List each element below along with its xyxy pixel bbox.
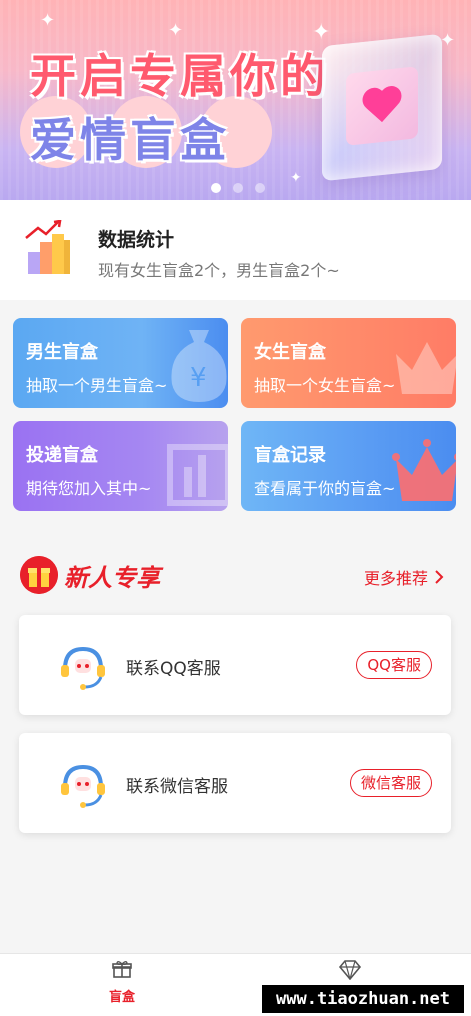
bar-chart-icon [167,444,228,506]
boy-box-title: 男生盲盒 [26,342,98,363]
money-bag-icon: ¥ [171,330,227,402]
stats-title: 数据统计 [98,229,175,251]
stats-panel: 数据统计 现有女生盲盒2个，男生盲盒2个~ [0,200,471,300]
stats-subtitle: 现有女生盲盒2个，男生盲盒2个~ [98,261,340,280]
sparkle-icon: ✦ [440,30,456,51]
sparkle-icon: ✦ [290,170,302,186]
girl-box-subtitle: 抽取一个女生盲盒~ [254,376,396,395]
svg-text:¥: ¥ [190,363,207,393]
banner-headline-line1: 开启专属你的 [30,49,330,103]
more-recommend-label: 更多推荐 [364,569,429,588]
deliver-box-title: 投递盲盒 [26,445,98,466]
qq-service-label: 联系QQ客服 [126,659,221,679]
qq-service-button[interactable]: QQ客服 [356,651,432,679]
tab-mine[interactable] [310,960,390,988]
wechat-service-label: 联系微信客服 [126,777,228,797]
record-box-card[interactable]: 盲盒记录 查看属于你的盲盒~ [241,421,456,511]
cube-inner [346,66,418,146]
tab-blind-box-label: 盲盒 [108,990,135,1005]
record-box-subtitle: 查看属于你的盲盒~ [254,479,396,498]
heart-icon [362,86,402,126]
crown-icon [396,342,456,394]
wechat-service-button[interactable]: 微信客服 [349,769,432,797]
diamond-icon [338,960,362,981]
wechat-service-row[interactable]: 联系微信客服 微信客服 [19,733,451,833]
blind-box-cube [322,33,442,182]
girl-box-card[interactable]: 女生盲盒 抽取一个女生盲盒~ [241,318,456,408]
qq-service-row[interactable]: 联系QQ客服 QQ客服 [19,615,451,715]
carousel-dots [211,183,265,193]
sparkle-icon: ✦ [40,10,56,31]
girl-box-title: 女生盲盒 [254,342,326,363]
chevron-right-icon [435,570,444,584]
carousel-dot[interactable] [211,183,221,193]
promo-banner[interactable]: ✦ ✦ ✦ ✦ ✦ ✦ 开启专属你的 爱情盲盒 [0,0,471,200]
more-recommend-link[interactable]: 更多推荐 [364,565,444,589]
headset-icon [61,764,105,808]
deliver-box-card[interactable]: 投递盲盒 期待您加入其中~ [13,421,228,511]
deliver-box-subtitle: 期待您加入其中~ [26,479,152,498]
bar-chart-icon [25,220,70,274]
boy-box-card[interactable]: ¥ 男生盲盒 抽取一个男生盲盒~ [13,318,228,408]
section-title: 新人专享 [64,564,160,592]
site-watermark: www.tiaozhuan.net [262,985,464,1013]
gift-icon [112,961,132,978]
record-box-title: 盲盒记录 [254,445,326,466]
carousel-dot[interactable] [233,183,243,193]
sparkle-icon: ✦ [168,20,184,41]
banner-headline-line2: 爱情盲盒 [30,113,230,167]
crown-icon [392,439,456,501]
tab-blind-box[interactable]: 盲盒 [82,960,162,1005]
carousel-dot[interactable] [255,183,265,193]
headset-icon [61,646,105,690]
boy-box-subtitle: 抽取一个男生盲盒~ [26,376,168,395]
gift-icon [20,556,58,594]
